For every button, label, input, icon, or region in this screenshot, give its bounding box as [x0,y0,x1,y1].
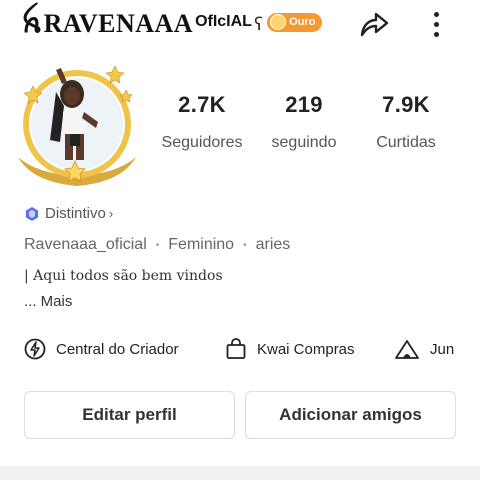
username: Ravenaaa_oficial [24,236,147,253]
lightning-icon [24,338,46,360]
shopping-bag-icon [226,338,246,359]
share-button[interactable] [356,6,392,42]
creator-center-shortcut[interactable]: Central do Criador [24,338,179,360]
decoration-mark: ʕ [253,13,264,35]
ouro-badge[interactable]: Ouro [267,12,323,32]
bio-text: | Aqui todos são bem vindos [24,268,223,284]
profile-info-row: Ravenaaa_oficial • Feminino • aries [24,236,290,254]
stat-following[interactable]: 219 seguindo [254,92,354,152]
zodiac-sign: aries [255,236,291,253]
bio-more-link[interactable]: ... Mais [24,293,72,310]
gender: Feminino [168,236,235,253]
partial-shortcut-label: Jun [430,340,455,358]
distintivo-link[interactable]: Distintivo › [24,205,113,222]
stat-followers[interactable]: 2.7K Seguidores [152,92,252,152]
kwai-shop-label: Kwai Compras [257,340,355,358]
add-friends-button[interactable]: Adicionar amigos [245,391,456,439]
tent-icon [395,340,419,359]
creator-center-label: Central do Criador [56,340,179,358]
profile-name: ꫝRAVENAAA [22,9,194,38]
avatar[interactable] [12,62,142,190]
kwai-shop-shortcut[interactable]: Kwai Compras [225,338,355,360]
followers-label: Seguidores [161,134,243,151]
likes-count: 7.9K [382,92,430,117]
stat-likes[interactable]: 7.9K Curtidas [356,92,456,152]
following-count: 219 [285,92,323,117]
distintivo-label: Distintivo [45,205,106,222]
more-options-button[interactable] [424,6,448,42]
more-dot-icon [433,11,439,17]
ouro-badge-label: Ouro [289,16,316,28]
partial-shortcut[interactable]: Jun [394,338,456,360]
followers-count: 2.7K [178,92,226,117]
more-dot-icon [433,31,439,37]
more-dot-icon [433,21,439,27]
profile-name-suffix: OfIcIAL [195,13,252,30]
share-icon [360,12,389,37]
section-divider [0,466,480,480]
chevron-right-icon: › [108,206,114,221]
avatar-frame-icon [18,65,136,186]
edit-profile-button[interactable]: Editar perfil [24,391,235,439]
likes-label: Curtidas [376,134,436,151]
coin-icon [270,14,287,30]
distintivo-badge-icon [26,206,38,221]
separator: • [243,239,247,251]
following-label: seguindo [271,134,337,151]
separator: • [155,239,160,251]
profile-title: ꫝRAVENAAA OfIcIAL ʕ Ouro [22,8,323,44]
